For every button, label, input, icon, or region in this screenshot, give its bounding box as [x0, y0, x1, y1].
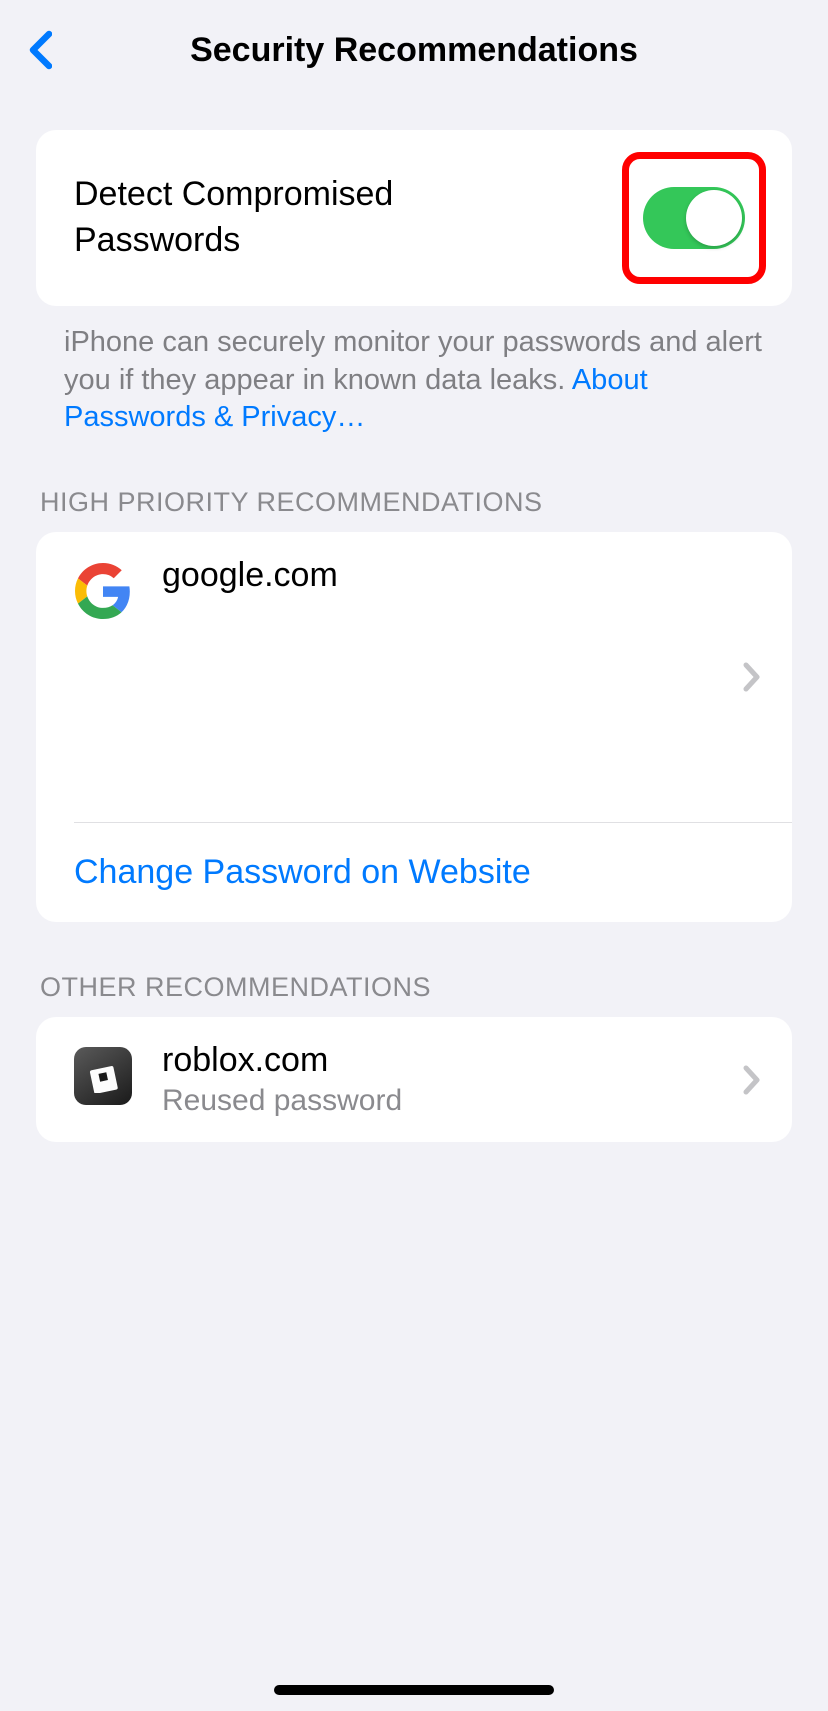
chevron-right-icon	[740, 1061, 764, 1099]
nav-header: Security Recommendations	[0, 0, 828, 90]
page-title: Security Recommendations	[20, 31, 808, 70]
change-password-button[interactable]: Change Password on Website	[36, 823, 792, 922]
detect-compromised-label: Detect Compromised Passwords	[74, 172, 494, 264]
home-indicator[interactable]	[274, 1685, 554, 1695]
other-card: roblox.com Reused password	[36, 1017, 792, 1142]
footer-description: iPhone can securely monitor your passwor…	[64, 326, 762, 396]
chevron-right-icon	[740, 658, 764, 696]
other-header: OTHER RECOMMENDATIONS	[36, 922, 792, 1017]
detect-compromised-toggle[interactable]	[643, 187, 745, 249]
recommendation-roblox[interactable]: roblox.com Reused password	[36, 1017, 792, 1142]
detect-compromised-footer: iPhone can securely monitor your passwor…	[36, 306, 792, 437]
issue-description: Reused password	[162, 1084, 770, 1118]
detect-compromised-row[interactable]: Detect Compromised Passwords	[36, 130, 792, 306]
detect-compromised-card: Detect Compromised Passwords	[36, 130, 792, 306]
high-priority-card: google.com Change Password on Website	[36, 532, 792, 922]
site-name: roblox.com	[162, 1041, 770, 1080]
google-icon	[74, 562, 132, 620]
roblox-icon	[74, 1047, 132, 1105]
highlight-annotation	[622, 152, 766, 284]
recommendation-google[interactable]: google.com	[36, 532, 792, 822]
toggle-knob	[686, 190, 742, 246]
site-name: google.com	[162, 556, 770, 595]
high-priority-header: HIGH PRIORITY RECOMMENDATIONS	[36, 437, 792, 532]
